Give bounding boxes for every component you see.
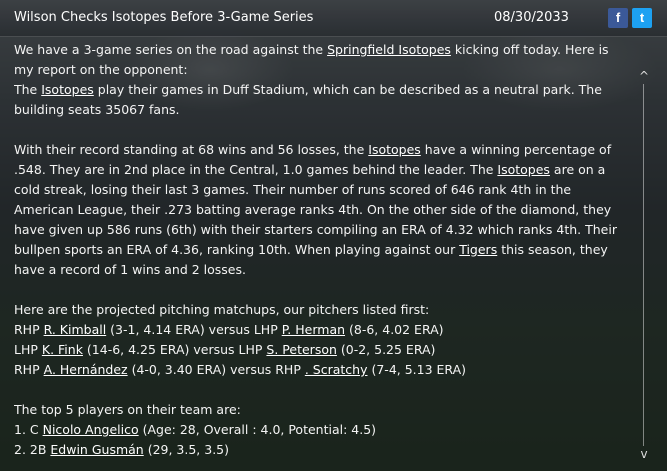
scroll-down-icon[interactable]: v	[637, 448, 651, 460]
article-title: Wilson Checks Isotopes Before 3-Game Ser…	[14, 10, 314, 25]
team-link[interactable]: Isotopes	[497, 162, 550, 177]
matchup-row: RHP R. Kimball (3-1, 4.14 ERA) versus LH…	[14, 322, 444, 337]
pitcher-link[interactable]: . Scratchy	[305, 362, 368, 377]
scroll-up-icon[interactable]: ^	[637, 70, 651, 82]
team-link[interactable]: Isotopes	[41, 82, 94, 97]
matchup-row: RHP A. Hernández (4-0, 3.40 ERA) versus …	[14, 362, 467, 377]
title-bar: Wilson Checks Isotopes Before 3-Game Ser…	[0, 0, 667, 37]
stadium-paragraph: The Isotopes play their games in Duff St…	[14, 82, 602, 117]
intro-paragraph: We have a 3-game series on the road agai…	[14, 42, 609, 77]
matchups-intro: Here are the projected pitching matchups…	[14, 302, 430, 317]
article-date: 08/30/2033	[494, 10, 569, 25]
facebook-icon[interactable]: f	[608, 8, 628, 28]
twitter-icon[interactable]: t	[632, 8, 652, 28]
team-link[interactable]: Tigers	[459, 242, 497, 257]
pitcher-link[interactable]: R. Kimball	[44, 322, 107, 337]
scrollbar-track[interactable]	[643, 84, 644, 446]
pitcher-link[interactable]: K. Fink	[42, 342, 83, 357]
article-body: We have a 3-game series on the road agai…	[14, 40, 626, 468]
pitcher-link[interactable]: S. Peterson	[266, 342, 336, 357]
record-paragraph: With their record standing at 68 wins an…	[14, 142, 617, 277]
top-player-row: 1. C Nicolo Angelico (Age: 28, Overall :…	[14, 422, 377, 437]
pitcher-link[interactable]: P. Herman	[282, 322, 345, 337]
player-link[interactable]: Edwin Gusmán	[50, 442, 143, 457]
pitcher-link[interactable]: A. Hernández	[44, 362, 128, 377]
team-link[interactable]: Isotopes	[368, 142, 421, 157]
matchup-row: LHP K. Fink (14-6, 4.25 ERA) versus LHP …	[14, 342, 436, 357]
team-link[interactable]: Springfield Isotopes	[327, 42, 451, 57]
top-player-row: 2. 2B Edwin Gusmán (29, 3.5, 3.5)	[14, 442, 230, 457]
top-players-intro: The top 5 players on their team are:	[14, 402, 241, 417]
player-link[interactable]: Nicolo Angelico	[43, 422, 139, 437]
